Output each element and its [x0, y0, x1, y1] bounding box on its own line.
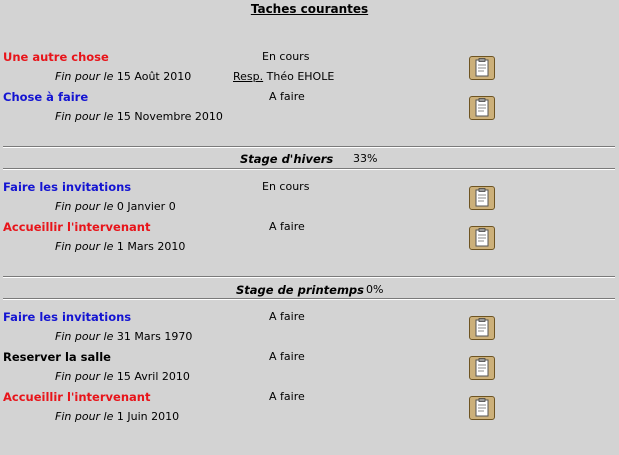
task-button[interactable] — [469, 186, 495, 210]
section-divider — [3, 276, 615, 278]
task-status: A faire — [269, 90, 305, 103]
section-divider — [3, 146, 615, 148]
task-button[interactable] — [469, 396, 495, 420]
clipboard-icon — [470, 317, 494, 339]
resp-label: Resp. — [233, 70, 264, 83]
task-due: Fin pour le 15 Août 2010 — [55, 70, 191, 83]
clipboard-icon — [470, 227, 494, 249]
task-button[interactable] — [469, 56, 495, 80]
task-due: Fin pour le 1 Mars 2010 — [55, 240, 185, 253]
due-date: 15 Novembre 2010 — [116, 110, 223, 123]
due-prefix: Fin pour le — [55, 70, 114, 83]
task-due: Fin pour le 15 Novembre 2010 — [55, 110, 223, 123]
task-title[interactable]: Reserver la salle — [3, 350, 111, 364]
clipboard-icon — [470, 397, 494, 419]
clipboard-icon — [470, 57, 494, 79]
clipboard-icon — [470, 97, 494, 119]
task-due: Fin pour le 31 Mars 1970 — [55, 330, 192, 343]
task-title[interactable]: Accueillir l'intervenant — [3, 390, 150, 404]
task-due: Fin pour le 0 Janvier 0 — [55, 200, 176, 213]
due-prefix: Fin pour le — [55, 110, 114, 123]
due-prefix: Fin pour le — [55, 330, 114, 343]
due-date: 0 Janvier 0 — [116, 200, 176, 213]
task-button[interactable] — [469, 226, 495, 250]
page-title: Taches courantes — [250, 2, 369, 16]
resp-name: Théo EHOLE — [266, 70, 335, 83]
task-status: A faire — [269, 350, 305, 363]
task-status: En cours — [262, 180, 310, 193]
clipboard-icon — [470, 187, 494, 209]
due-prefix: Fin pour le — [55, 240, 114, 253]
task-status: A faire — [269, 390, 305, 403]
task-status: En cours — [262, 50, 310, 63]
section-title: Stage de printemps — [236, 283, 364, 297]
task-status: A faire — [269, 220, 305, 233]
task-title[interactable]: Faire les invitations — [3, 310, 131, 324]
clipboard-icon — [470, 357, 494, 379]
due-date: 15 Avril 2010 — [116, 370, 190, 383]
task-title[interactable]: Faire les invitations — [3, 180, 131, 194]
due-prefix: Fin pour le — [55, 200, 114, 213]
task-title[interactable]: Chose à faire — [3, 90, 88, 104]
task-button[interactable] — [469, 96, 495, 120]
task-responsible: Resp. Théo EHOLE — [233, 70, 334, 83]
task-due: Fin pour le 15 Avril 2010 — [55, 370, 190, 383]
due-prefix: Fin pour le — [55, 410, 114, 423]
task-title[interactable]: Une autre chose — [3, 50, 109, 64]
due-date: 31 Mars 1970 — [116, 330, 193, 343]
section-percent: 33% — [353, 152, 378, 165]
due-prefix: Fin pour le — [55, 370, 114, 383]
due-date: 1 Juin 2010 — [116, 410, 180, 423]
section-title: Stage d'hivers — [240, 152, 334, 166]
task-due: Fin pour le 1 Juin 2010 — [55, 410, 179, 423]
due-date: 1 Mars 2010 — [116, 240, 186, 253]
task-status: A faire — [269, 310, 305, 323]
task-button[interactable] — [469, 356, 495, 380]
section-percent: 0% — [366, 283, 384, 296]
task-button[interactable] — [469, 316, 495, 340]
section-divider — [3, 168, 615, 170]
due-date: 15 Août 2010 — [116, 70, 192, 83]
task-title[interactable]: Accueillir l'intervenant — [3, 220, 150, 234]
section-divider — [3, 298, 615, 300]
